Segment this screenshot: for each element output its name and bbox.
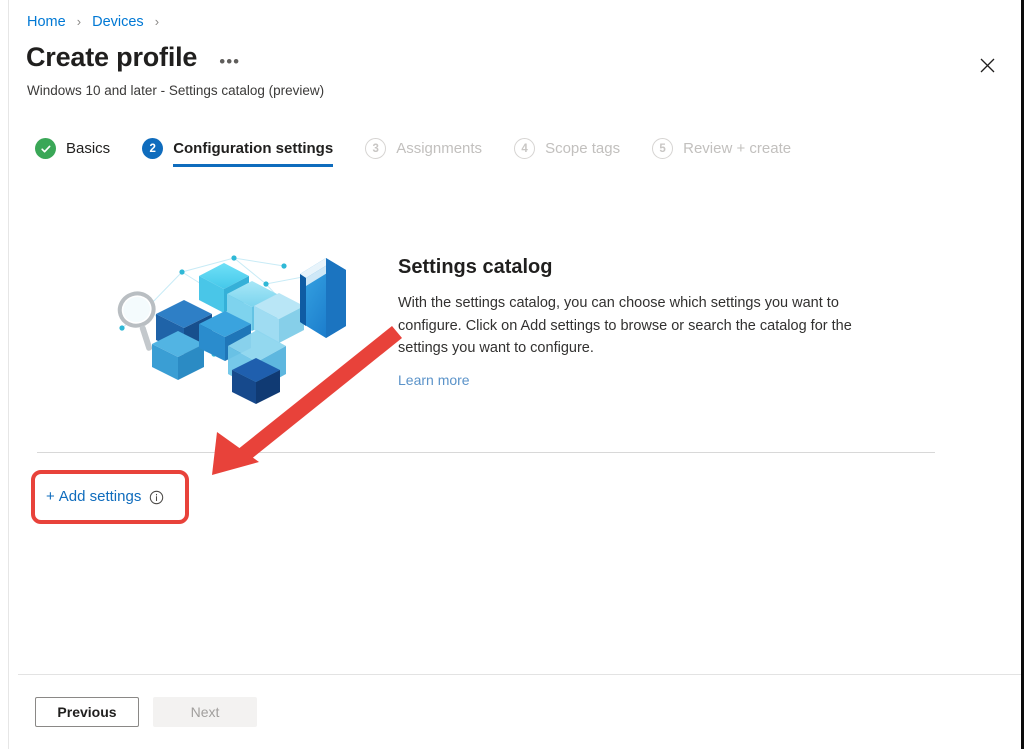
breadcrumb-item-devices[interactable]: Devices (92, 14, 144, 30)
add-settings-button[interactable]: + Add settings (46, 486, 164, 508)
learn-more-link[interactable]: Learn more (398, 370, 470, 390)
hero-description: With the settings catalog, you can choos… (398, 295, 852, 356)
settings-catalog-hero: Settings catalog With the settings catal… (9, 228, 1021, 418)
step-number-badge: 2 (142, 138, 164, 159)
wizard-step-configuration-settings[interactable]: 2 Configuration settings (142, 138, 334, 169)
step-number-badge: 5 (652, 138, 674, 159)
active-step-underline (173, 164, 334, 167)
screenshot-root: Home › Devices › Create profile ••• Wind… (0, 0, 1024, 749)
breadcrumb-item-home[interactable]: Home (27, 14, 66, 30)
settings-catalog-illustration (94, 236, 364, 411)
wizard-step-label: Assignments (396, 139, 483, 157)
section-divider (37, 452, 935, 453)
wizard-step-label: Scope tags (545, 139, 621, 157)
footer-divider (18, 674, 1021, 675)
settings-catalog-hero-text: Settings catalog With the settings catal… (398, 254, 898, 390)
title-row: Create profile ••• (26, 40, 240, 74)
next-button[interactable]: Next (153, 697, 257, 727)
more-options-icon[interactable]: ••• (219, 53, 240, 70)
wizard-footer: Previous Next (35, 697, 257, 727)
wizard-steps: Basics 2 Configuration settings 3 Assign… (35, 138, 823, 180)
wizard-step-assignments[interactable]: 3 Assignments (365, 138, 482, 169)
wizard-step-label: Basics (66, 139, 111, 157)
nav-rail-edge (0, 0, 9, 749)
page-title: Create profile (26, 42, 198, 72)
wizard-step-label: Review + create (683, 139, 792, 157)
close-icon (980, 58, 995, 73)
step-number-badge: 4 (514, 138, 536, 159)
wizard-step-basics[interactable]: Basics (35, 138, 110, 169)
close-button[interactable] (971, 50, 1003, 80)
page-subtitle: Windows 10 and later - Settings catalog … (27, 83, 325, 98)
add-settings-label: Add settings (58, 488, 142, 505)
breadcrumb-separator-icon: › (76, 14, 82, 29)
step-number-badge: 3 (365, 138, 387, 159)
hero-title: Settings catalog (398, 256, 553, 278)
breadcrumb: Home › Devices › (27, 12, 166, 32)
info-icon[interactable] (149, 490, 164, 505)
wizard-step-scope-tags[interactable]: 4 Scope tags (514, 138, 620, 169)
breadcrumb-separator-icon: › (154, 14, 160, 29)
create-profile-blade: Home › Devices › Create profile ••• Wind… (9, 0, 1021, 749)
wizard-step-label: Configuration settings (173, 139, 334, 157)
wizard-step-review-create[interactable]: 5 Review + create (652, 138, 791, 169)
previous-button[interactable]: Previous (35, 697, 139, 727)
plus-icon: + (46, 488, 55, 505)
step-complete-check-icon (35, 138, 56, 159)
